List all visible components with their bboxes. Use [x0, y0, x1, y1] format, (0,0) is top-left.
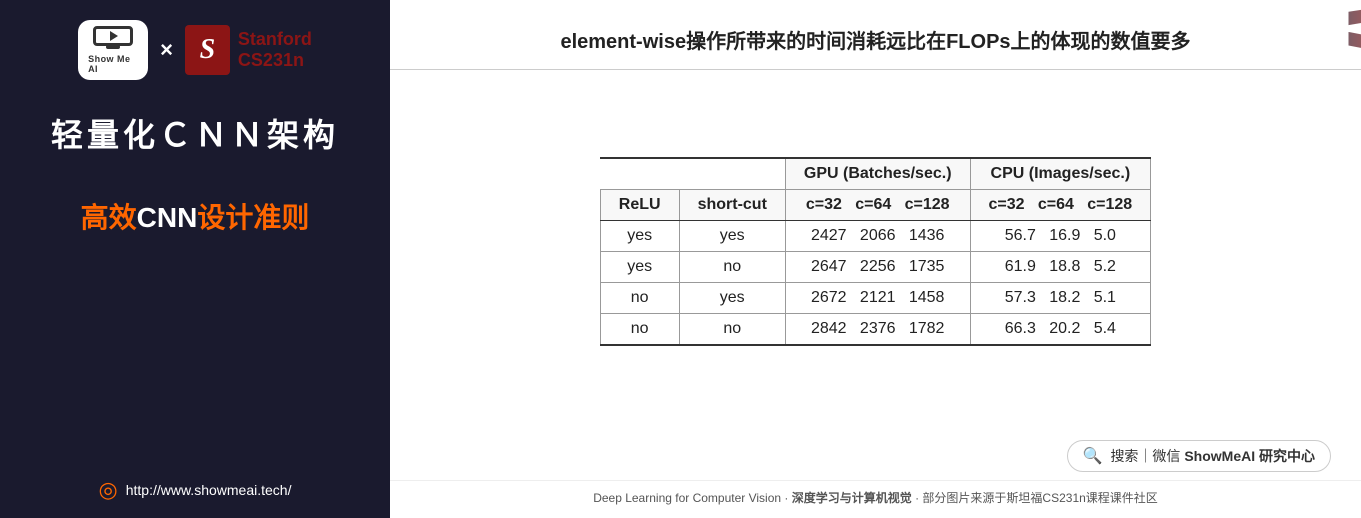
main-header: element-wise操作所带来的时间消耗远比在FLOPs上的体现的数值要多 — [390, 0, 1361, 70]
table-row: yes yes 2427 2066 1436 56.7 16.9 5.0 — [600, 220, 1150, 251]
td-relu-3: no — [600, 282, 679, 313]
subtitle-part1: 高效 — [81, 202, 137, 233]
watermark: ShowMeAI — [1330, 0, 1361, 56]
monitor-icon — [93, 26, 133, 46]
showmeai-logo: Show Me AI — [78, 20, 148, 80]
td-shortcut-4: no — [679, 313, 785, 345]
data-table: GPU (Batches/sec.) CPU (Images/sec.) ReL… — [600, 157, 1151, 346]
search-text-bold: ShowMeAI 研究中心 — [1184, 448, 1315, 464]
search-icon: 🔍 — [1083, 446, 1103, 466]
td-relu-2: yes — [600, 251, 679, 282]
td-shortcut-1: yes — [679, 220, 785, 251]
th-cpu-vals: c=32 c=64 c=128 — [970, 189, 1151, 220]
search-label: 搜索｜微信 ShowMeAI 研究中心 — [1110, 446, 1315, 466]
stanford-s-logo: S — [185, 25, 230, 75]
td-gpu-1: 2427 2066 1436 — [785, 220, 970, 251]
td-cpu-4: 66.3 20.2 5.4 — [970, 313, 1151, 345]
x-separator: × — [160, 37, 173, 63]
table-row: yes no 2647 2256 1735 61.9 18.8 5.2 — [600, 251, 1150, 282]
stanford-course: CS231n — [238, 50, 312, 71]
url-text[interactable]: http://www.showmeai.tech/ — [126, 482, 292, 498]
th-cpu: CPU (Images/sec.) — [970, 158, 1151, 190]
th-gpu-vals: c=32 c=64 c=128 — [785, 189, 970, 220]
sidebar: Show Me AI × S Stanford CS231n 轻量化ＣＮＮ架构 … — [0, 0, 390, 518]
td-shortcut-3: yes — [679, 282, 785, 313]
td-gpu-4: 2842 2376 1782 — [785, 313, 970, 345]
showmeai-text: Show Me AI — [88, 54, 138, 74]
td-gpu-3: 2672 2121 1458 — [785, 282, 970, 313]
th-empty1 — [600, 158, 679, 190]
th-empty2 — [679, 158, 785, 190]
sidebar-title: 轻量化ＣＮＮ架构 — [51, 110, 339, 156]
table-row: no yes 2672 2121 1458 57.3 18.2 5.1 — [600, 282, 1150, 313]
td-shortcut-2: no — [679, 251, 785, 282]
sidebar-subtitle: 高效CNN设计准则 — [81, 196, 310, 236]
search-bar[interactable]: 🔍 搜索｜微信 ShowMeAI 研究中心 — [1067, 440, 1331, 472]
td-relu-4: no — [600, 313, 679, 345]
sidebar-url-area: ◎ http://www.showmeai.tech/ — [99, 477, 292, 503]
th-relu: ReLU — [600, 189, 679, 220]
th-shortcut: short-cut — [679, 189, 785, 220]
stanford-text: Stanford CS231n — [238, 29, 312, 72]
logo-area: Show Me AI × S Stanford CS231n — [78, 20, 312, 80]
search-text-plain: 搜索｜微信 — [1110, 448, 1180, 464]
stanford-name: Stanford — [238, 29, 312, 51]
stanford-logo: S Stanford CS231n — [185, 25, 312, 75]
table-container: GPU (Batches/sec.) CPU (Images/sec.) ReL… — [390, 70, 1361, 432]
footer-bold: 深度学习与计算机视觉 — [792, 491, 912, 505]
td-cpu-1: 56.7 16.9 5.0 — [970, 220, 1151, 251]
play-icon — [110, 31, 118, 41]
subtitle-part2: 设计准则 — [197, 202, 309, 233]
td-gpu-2: 2647 2256 1735 — [785, 251, 970, 282]
table-header-row2: ReLU short-cut c=32 c=64 c=128 c=32 c=64… — [600, 189, 1150, 220]
th-gpu: GPU (Batches/sec.) — [785, 158, 970, 190]
main-content: ShowMeAI element-wise操作所带来的时间消耗远比在FLOPs上… — [390, 0, 1361, 518]
footer: Deep Learning for Computer Vision · 深度学习… — [390, 480, 1361, 518]
footer-text: Deep Learning for Computer Vision · 深度学习… — [593, 491, 1158, 505]
td-relu-1: yes — [600, 220, 679, 251]
td-cpu-2: 61.9 18.8 5.2 — [970, 251, 1151, 282]
compass-icon: ◎ — [99, 477, 118, 503]
subtitle-cnn: CNN — [137, 202, 198, 233]
search-bar-area: 🔍 搜索｜微信 ShowMeAI 研究中心 — [390, 432, 1361, 480]
table-row: no no 2842 2376 1782 66.3 20.2 5.4 — [600, 313, 1150, 345]
td-cpu-3: 57.3 18.2 5.1 — [970, 282, 1151, 313]
table-header-row1: GPU (Batches/sec.) CPU (Images/sec.) — [600, 158, 1150, 190]
